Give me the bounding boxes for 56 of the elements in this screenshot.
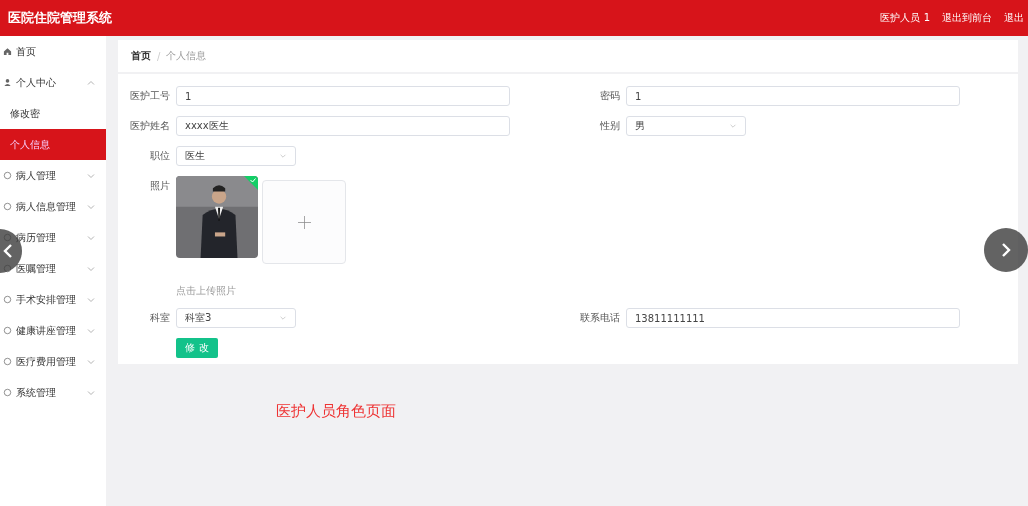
menu-label: 手术安排管理 [16, 292, 77, 307]
menu-icon [3, 202, 12, 211]
chevron-icon [279, 314, 287, 322]
text-field[interactable]: 13811111111 [626, 308, 960, 328]
menu-label: 病人管理 [16, 168, 57, 183]
upload-hint: 点击上传照片 [176, 284, 237, 298]
menu-icon [3, 171, 12, 180]
header-link[interactable]: 退出 [1004, 11, 1024, 25]
menu-label: 健康讲座管理 [16, 323, 77, 338]
menu-icon [3, 326, 12, 335]
breadcrumb-item[interactable]: 首页 [131, 49, 151, 63]
menu-item[interactable]: 手术安排管理 [0, 284, 106, 315]
caption-text: 医护人员角色页面 [276, 402, 397, 421]
menu-item[interactable]: 病人管理 [0, 160, 106, 191]
menu-item[interactable]: 首页 [0, 36, 106, 67]
field-label: 联系电话 [579, 311, 621, 325]
field-label: 科室 [149, 311, 171, 325]
submenu-item[interactable]: 修改密 [0, 98, 106, 129]
header-link[interactable]: 退出到前台 [942, 11, 992, 25]
select-field[interactable]: 男 [626, 116, 746, 136]
text-field[interactable]: xxxx医生 [176, 116, 510, 136]
field-label: 医护工号 [129, 89, 171, 103]
chevron-icon [279, 152, 287, 160]
menu-label: 医嘱管理 [16, 261, 57, 276]
person-icon [3, 78, 12, 87]
menu-label: 首页 [16, 44, 37, 59]
menu-item[interactable]: 系统管理 [0, 377, 106, 408]
breadcrumb-item: 个人信息 [166, 49, 207, 63]
menu-item[interactable]: 病人信息管理 [0, 191, 106, 222]
menu-icon [3, 357, 12, 366]
breadcrumb-separator: / [157, 50, 161, 62]
menu-label: 系统管理 [16, 385, 57, 400]
submenu-item[interactable]: 个人信息 [0, 129, 106, 160]
field-label: 性别 [599, 119, 621, 133]
field-label: 医护姓名 [129, 119, 171, 133]
user-name: 医护人员 1 [880, 11, 930, 25]
field-label: 密码 [599, 89, 621, 103]
menu-icon [3, 295, 12, 304]
menu-label: 个人中心 [16, 75, 57, 90]
menu-item[interactable]: 个人中心 [0, 67, 106, 98]
text-field[interactable]: 1 [176, 86, 510, 106]
app-title: 医院住院管理系统 [8, 9, 112, 27]
field-label: 职位 [149, 149, 171, 163]
field-label: 照片 [149, 179, 171, 193]
select-field[interactable]: 医生 [176, 146, 296, 166]
home-icon [3, 47, 12, 56]
chevron-icon [729, 122, 737, 130]
menu-label: 病人信息管理 [16, 199, 77, 214]
menu-label: 病历管理 [16, 230, 57, 245]
menu-label: 医疗费用管理 [16, 354, 77, 369]
menu-icon [3, 388, 12, 397]
select-field[interactable]: 科室3 [176, 308, 296, 328]
plus-icon [297, 215, 311, 229]
text-field[interactable]: 1 [626, 86, 960, 106]
menu-item[interactable]: 医疗费用管理 [0, 346, 106, 377]
menu-item[interactable]: 健康讲座管理 [0, 315, 106, 346]
